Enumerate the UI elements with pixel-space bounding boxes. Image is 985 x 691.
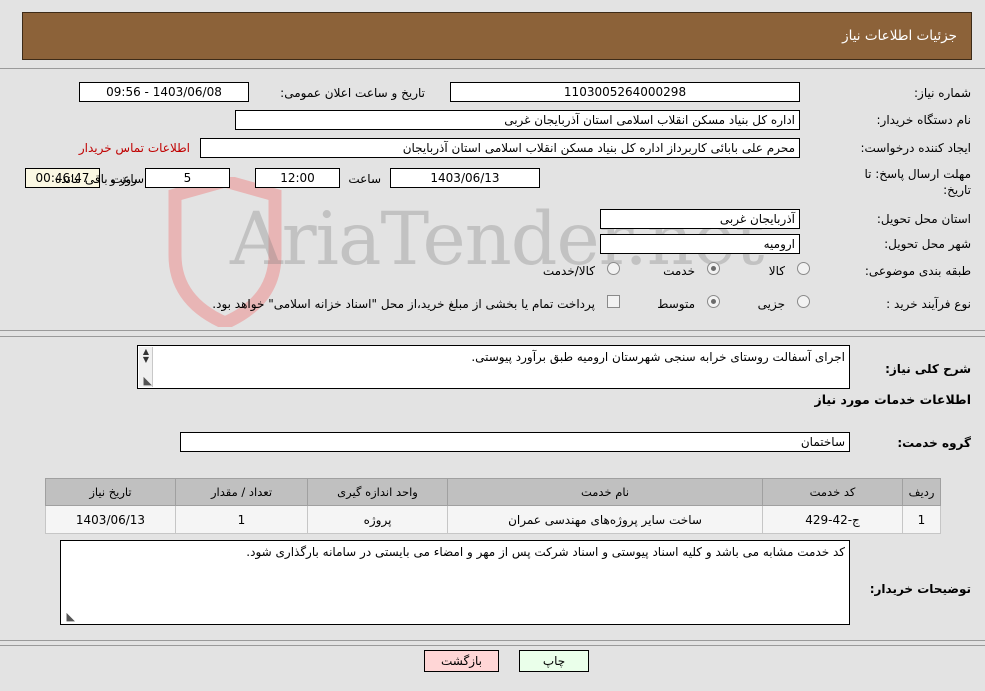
table-row: 1 ج-42-429 ساخت سایر پروژه‌های مهندسی عم… xyxy=(45,505,941,534)
page-title: جزئیات اطلاعات نیاز xyxy=(842,28,957,44)
col-quantity: تعداد / مقدار xyxy=(175,478,308,506)
print-button[interactable]: چاپ xyxy=(519,650,589,672)
col-service-code: کد خدمت xyxy=(762,478,903,506)
cell-measure-unit: پروژه xyxy=(307,505,448,534)
divider-bottom-2 xyxy=(0,645,985,646)
field-days-remaining[interactable]: 5 xyxy=(145,168,230,188)
checkbox-islamic-treasury-bonds[interactable] xyxy=(607,295,620,308)
field-delivery-province[interactable]: آذربایجان غربی xyxy=(600,209,800,229)
label-purchase-process-type: نوع فرآیند خرید : xyxy=(886,297,971,311)
cell-quantity: 1 xyxy=(175,505,308,534)
field-deadline-time[interactable]: 12:00 xyxy=(255,168,340,188)
col-measure-unit: واحد اندازه گیری xyxy=(307,478,448,506)
resize-grip-icon-notes[interactable]: ◣ xyxy=(63,611,75,623)
cell-service-code: ج-42-429 xyxy=(762,505,903,534)
label-public-announce: تاریخ و ساعت اعلان عمومی: xyxy=(280,86,425,100)
label-service-group: گروه خدمت: xyxy=(897,436,971,450)
radio-label-category-goods: کالا xyxy=(768,264,785,278)
radio-label-process-minor: جزیی xyxy=(757,297,785,311)
buyer-notes-text: کد خدمت مشابه می باشد و کلیه اسناد پیوست… xyxy=(246,545,845,559)
radio-process-medium[interactable] xyxy=(707,295,720,308)
radio-process-minor[interactable] xyxy=(797,295,810,308)
cell-row-number: 1 xyxy=(902,505,941,534)
divider-mid-2 xyxy=(0,336,985,337)
resize-grip-icon[interactable]: ◣ xyxy=(140,375,152,387)
radio-label-category-service: خدمت xyxy=(663,264,695,278)
label-buyer-notes: توضیحات خریدار: xyxy=(869,582,971,596)
label-response-deadline: مهلت ارسال پاسخ: تا تاریخ: xyxy=(864,167,971,197)
field-deadline-date[interactable]: 1403/06/13 xyxy=(390,168,540,188)
label-need-number: شماره نیاز: xyxy=(914,86,971,100)
field-delivery-city[interactable]: ارومیه xyxy=(600,234,800,254)
col-row-number: ردیف xyxy=(902,478,941,506)
radio-category-goods[interactable] xyxy=(797,262,810,275)
cell-service-name: ساخت سایر پروژه‌های مهندسی عمران xyxy=(447,505,763,534)
label-general-need-description: شرح کلی نیاز: xyxy=(885,362,971,376)
label-delivery-province: استان محل تحویل: xyxy=(876,212,971,226)
back-button[interactable]: بازگشت xyxy=(424,650,499,672)
radio-label-process-medium: متوسط xyxy=(657,297,695,311)
label-delivery-city: شهر محل تحویل: xyxy=(884,237,971,251)
services-table: ردیف کد خدمت نام خدمت واحد اندازه گیری ت… xyxy=(45,478,941,534)
textarea-buyer-notes[interactable]: کد خدمت مشابه می باشد و کلیه اسناد پیوست… xyxy=(60,540,850,625)
field-buyer-org[interactable]: اداره کل بنیاد مسکن انقلاب اسلامی استان … xyxy=(235,110,800,130)
field-service-group[interactable]: ساختمان xyxy=(180,432,850,452)
col-service-name: نام خدمت xyxy=(447,478,763,506)
checkbox-label-islamic-treasury-bonds: پرداخت تمام یا بخشی از مبلغ خرید،از محل … xyxy=(212,297,595,311)
label-hour-word: ساعت xyxy=(348,172,381,186)
table-header-row: ردیف کد خدمت نام خدمت واحد اندازه گیری ت… xyxy=(45,478,941,506)
divider-top xyxy=(0,68,985,69)
radio-category-service[interactable] xyxy=(707,262,720,275)
cell-need-date: 1403/06/13 xyxy=(45,505,176,534)
field-request-creator[interactable]: محرم علی بابائی کاربرداز اداره کل بنیاد … xyxy=(200,138,800,158)
buyer-contact-link[interactable]: اطلاعات تماس خریدار xyxy=(79,141,190,155)
label-buyer-org: نام دستگاه خریدار: xyxy=(876,113,972,127)
page-header-bar: جزئیات اطلاعات نیاز xyxy=(22,12,972,60)
divider-bottom-1 xyxy=(0,640,985,641)
field-need-number[interactable]: 1103005264000298 xyxy=(450,82,800,102)
radio-label-category-goods-service: کالا/خدمت xyxy=(542,264,595,278)
general-need-description-text: اجرای آسفالت روستای خرابه سنجی شهرستان ا… xyxy=(471,350,845,364)
field-public-announce[interactable]: 1403/06/08 - 09:56 xyxy=(79,82,249,102)
label-request-creator: ایجاد کننده درخواست: xyxy=(860,141,971,155)
textarea-general-need-description[interactable]: ▲ ▼ اجرای آسفالت روستای خرابه سنجی شهرست… xyxy=(137,345,850,389)
label-subject-category: طبقه بندی موضوعی: xyxy=(864,264,971,278)
section-title-required-services: اطلاعات خدمات مورد نیاز xyxy=(814,392,972,407)
col-need-date: تاریخ نیاز xyxy=(45,478,176,506)
divider-mid-1 xyxy=(0,330,985,331)
label-hours-remaining: ساعت باقی مانده xyxy=(55,172,145,186)
radio-category-goods-service[interactable] xyxy=(607,262,620,275)
scroll-down-arrow-icon[interactable]: ▼ xyxy=(141,356,151,364)
